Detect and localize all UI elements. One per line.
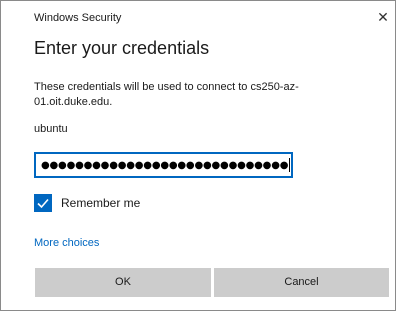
title-bar: Windows Security ✕ xyxy=(1,1,395,31)
window-title: Windows Security xyxy=(34,12,122,24)
dialog-heading: Enter your credentials xyxy=(34,38,210,58)
checkbox-checked-icon[interactable] xyxy=(34,194,52,212)
password-value: ●●●●●●●●●●●●●●●●●●●●●●●●●●●●● xyxy=(41,159,289,171)
text-caret xyxy=(289,158,291,172)
ok-button[interactable]: OK xyxy=(35,268,211,297)
close-icon[interactable]: ✕ xyxy=(375,9,391,25)
cancel-button[interactable]: Cancel xyxy=(214,268,389,297)
more-choices-link[interactable]: More choices xyxy=(34,237,99,249)
username-label: ubuntu xyxy=(34,123,68,135)
credentials-dialog: Windows Security ✕ Enter your credential… xyxy=(0,0,396,311)
password-field[interactable]: ●●●●●●●●●●●●●●●●●●●●●●●●●●●●● xyxy=(34,152,293,178)
remember-me-label: Remember me xyxy=(61,196,141,210)
remember-me-checkbox[interactable]: Remember me xyxy=(34,194,140,212)
dialog-description: These credentials will be used to connec… xyxy=(34,81,299,108)
